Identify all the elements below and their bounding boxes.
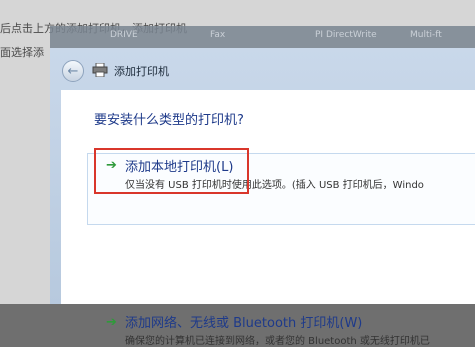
printer-icon (92, 63, 108, 77)
dialog-content: 要安装什么类型的打印机? ➔ 添加本地打印机(L) 仅当没有 USB 打印机时使… (61, 90, 475, 347)
add-printer-dialog: ← 添加打印机 要安装什么类型的打印机? ➔ 添加本地打印机(L) 仅当没有 U… (50, 48, 475, 347)
strip-label: PI DirectWrite (315, 30, 377, 40)
page-heading: 要安装什么类型的打印机? (94, 113, 244, 128)
back-button[interactable]: ← (62, 60, 84, 82)
strip-label: DRIVE (110, 30, 138, 40)
option-network-printer-description: 确保您的计算机已连接到网络，或者您的 Bluetooth 或无线打印机已 (125, 336, 430, 347)
strip-label: Fax (210, 30, 226, 40)
dialog-titlebar: ← 添加打印机 (50, 48, 475, 90)
green-arrow-icon: ➔ (106, 315, 117, 330)
background-printer-strip: DRIVE Fax PI DirectWrite Multi-ft (50, 26, 475, 48)
red-highlight-box (94, 148, 249, 194)
dialog-title: 添加打印机 (114, 65, 169, 78)
back-arrow-icon: ← (67, 63, 79, 79)
option-network-printer-link[interactable]: 添加网络、无线或 Bluetooth 打印机(W) (125, 312, 362, 331)
strip-label: Multi-ft (410, 30, 442, 40)
background-text-line: 面选择添 (0, 46, 44, 59)
